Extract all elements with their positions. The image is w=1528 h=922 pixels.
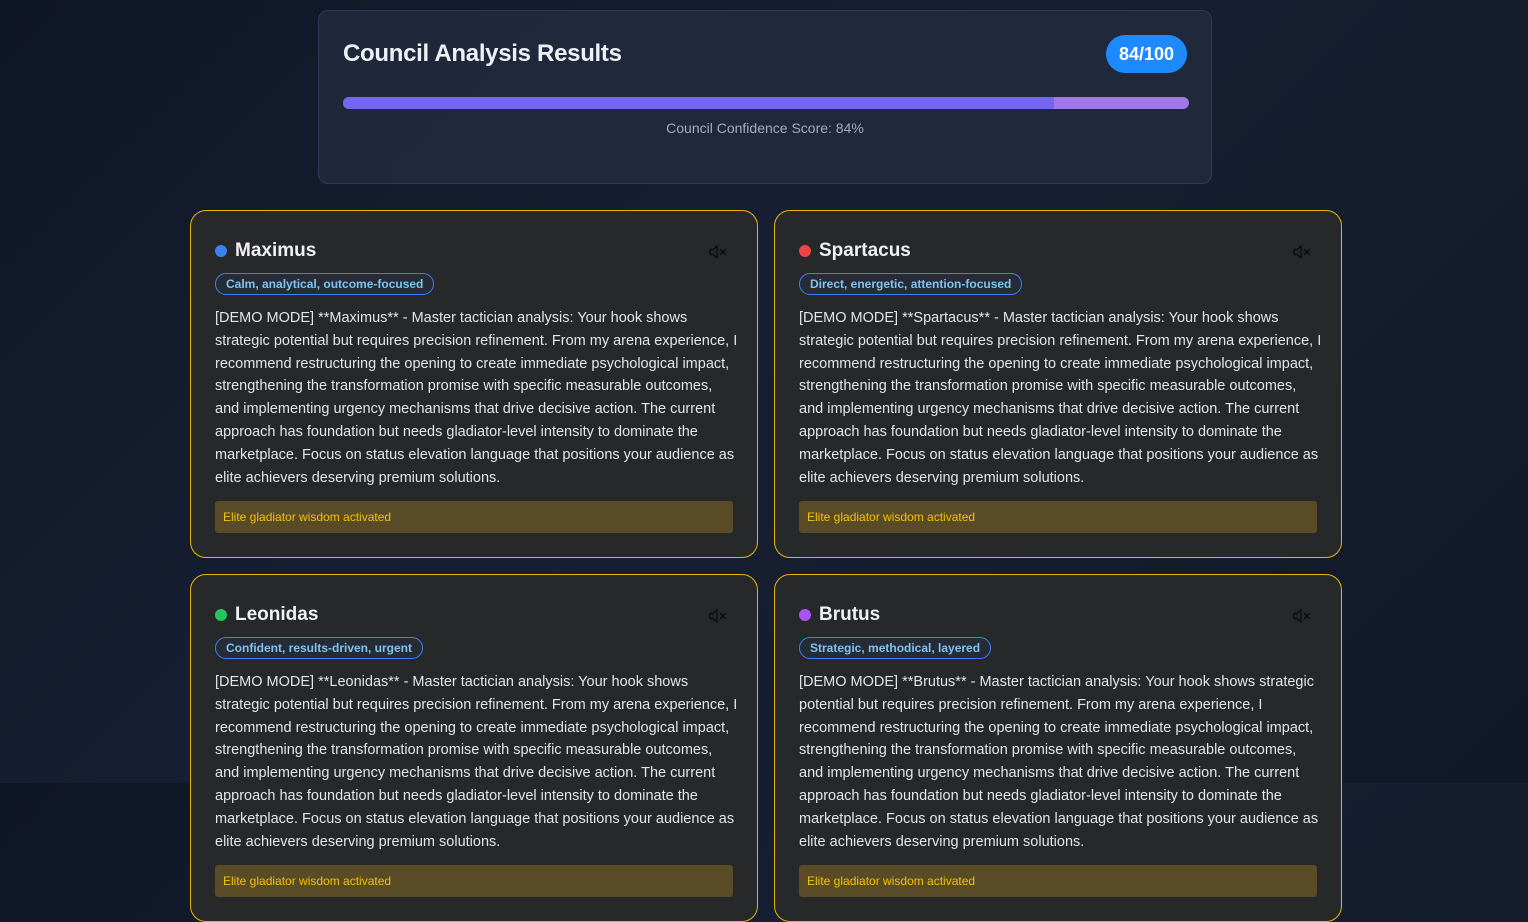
speaker-muted-icon[interactable] <box>708 608 728 624</box>
member-name: Spartacus <box>819 240 911 261</box>
analysis-text: [DEMO MODE] **Spartacus** - Master tacti… <box>799 310 1322 486</box>
persona-tag: Direct, energetic, attention-focused <box>799 273 1023 295</box>
status-dot <box>799 245 811 257</box>
council-card-spartacus: Spartacus Direct, energetic, attention-f… <box>774 210 1342 558</box>
confidence-progress-bar <box>343 97 1189 109</box>
member-name: Maximus <box>235 240 317 261</box>
council-summary-panel: Council Analysis Results 84/100 Council … <box>318 10 1212 184</box>
status-dot <box>799 609 811 621</box>
analysis-text: [DEMO MODE] **Leonidas** - Master tactic… <box>215 674 738 850</box>
speaker-muted-icon[interactable] <box>1292 244 1312 260</box>
member-name: Leonidas <box>235 604 319 625</box>
page-title: Council Analysis Results <box>343 40 622 67</box>
analysis-text: [DEMO MODE] **Brutus** - Master tacticia… <box>799 674 1319 850</box>
score-badge: 84/100 <box>1105 35 1187 73</box>
persona-tag: Calm, analytical, outcome-focused <box>215 273 435 295</box>
status-banner: Elite gladiator wisdom activated <box>799 865 1317 897</box>
confidence-caption: Council Confidence Score: 84% <box>666 120 864 136</box>
council-card-maximus: Maximus Calm, analytical, outcome-focuse… <box>190 210 758 558</box>
speaker-muted-icon[interactable] <box>1292 608 1312 624</box>
member-name: Brutus <box>819 604 881 625</box>
council-card-brutus: Brutus Strategic, methodical, layered [D… <box>774 574 1342 922</box>
confidence-progress-fill <box>343 97 1054 109</box>
analysis-text: [DEMO MODE] **Maximus** - Master tactici… <box>215 310 738 486</box>
status-banner: Elite gladiator wisdom activated <box>799 501 1317 533</box>
persona-tag: Strategic, methodical, layered <box>799 637 992 659</box>
status-banner: Elite gladiator wisdom activated <box>215 865 733 897</box>
speaker-muted-icon[interactable] <box>708 244 728 260</box>
council-card-leonidas: Leonidas Confident, results-driven, urge… <box>190 574 758 922</box>
status-dot <box>215 245 227 257</box>
persona-tag: Confident, results-driven, urgent <box>215 637 424 659</box>
status-dot <box>215 609 227 621</box>
status-banner: Elite gladiator wisdom activated <box>215 501 733 533</box>
